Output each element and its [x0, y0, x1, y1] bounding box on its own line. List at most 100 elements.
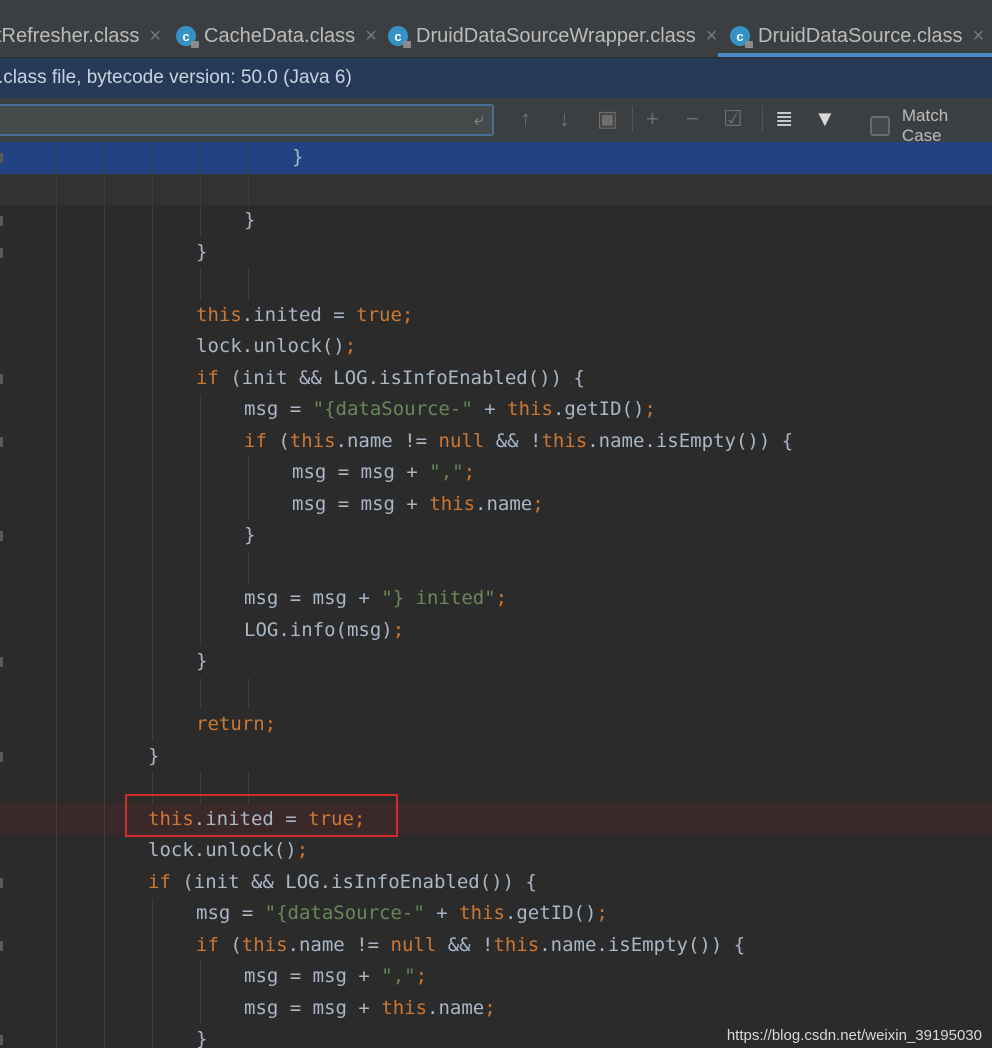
- down-arrow-icon[interactable]: ↓: [559, 107, 570, 131]
- string-token: ",": [429, 461, 464, 483]
- code-text: msg = msg + this.name;: [244, 993, 496, 1024]
- code-line[interactable]: msg = msg + this.name;: [0, 993, 992, 1025]
- code-line[interactable]: LOG.info(msg);: [0, 615, 992, 647]
- code-token: msg = msg +: [292, 492, 430, 515]
- code-token: }: [244, 209, 256, 231]
- checkbox-box[interactable]: [870, 116, 890, 136]
- fold-marker[interactable]: [0, 940, 3, 951]
- code-line[interactable]: }: [0, 205, 992, 237]
- fold-marker[interactable]: [0, 751, 3, 762]
- indent-guide: [200, 268, 201, 300]
- code-token: msg = msg +: [292, 461, 430, 483]
- indent-guide: [248, 551, 249, 583]
- code-line[interactable]: [0, 268, 992, 300]
- keyword-token: return;: [196, 713, 277, 735]
- code-line[interactable]: }: [0, 741, 992, 773]
- code-token: && !: [436, 933, 494, 956]
- fold-marker[interactable]: [0, 531, 3, 541]
- code-text: }: [292, 142, 303, 173]
- code-line[interactable]: msg = "{dataSource-" + this.getID();: [0, 394, 992, 426]
- code-text: lock.unlock();: [148, 835, 308, 866]
- code-line[interactable]: msg = msg + ",";: [0, 457, 992, 489]
- string-token: "{dataSource-": [264, 902, 425, 924]
- code-token: msg =: [244, 398, 313, 420]
- code-text: msg = "{dataSource-" + this.getID();: [196, 898, 608, 929]
- fold-marker[interactable]: [0, 373, 3, 384]
- remove-selection-icon[interactable]: −: [686, 107, 699, 131]
- indent-guide: [200, 142, 201, 237]
- code-token: lock.unlock(): [148, 839, 297, 861]
- code-line[interactable]: [0, 552, 992, 584]
- enter-icon[interactable]: ⤶: [474, 109, 484, 130]
- add-selection-icon[interactable]: +: [646, 107, 659, 131]
- code-line[interactable]: }: [0, 520, 992, 552]
- code-text: if (this.name != null && !this.name.isEm…: [244, 426, 793, 457]
- code-line[interactable]: msg = "{dataSource-" + this.getID();: [0, 898, 992, 930]
- up-arrow-icon[interactable]: ↑: [520, 107, 531, 131]
- close-icon[interactable]: ×: [149, 25, 161, 48]
- close-icon[interactable]: ×: [365, 25, 377, 48]
- close-icon[interactable]: ×: [706, 25, 718, 48]
- code-line[interactable]: }: [0, 237, 992, 269]
- code-line[interactable]: return;: [0, 709, 992, 741]
- fold-marker[interactable]: [0, 436, 3, 447]
- fold-marker[interactable]: [0, 1035, 3, 1045]
- fold-marker[interactable]: [0, 247, 3, 258]
- code-line[interactable]: [0, 678, 992, 710]
- code-line[interactable]: if (this.name != null && !this.name.isEm…: [0, 426, 992, 458]
- code-token: .name: [475, 492, 533, 515]
- code-token: .getID(): [552, 398, 645, 420]
- code-token: }: [196, 650, 208, 672]
- window-top-strip: [0, 0, 992, 15]
- lock-icon: [403, 41, 411, 48]
- search-field[interactable]: ⤶: [0, 104, 494, 136]
- code-line[interactable]: msg = msg + ",";: [0, 961, 992, 993]
- keyword-token: ;: [392, 618, 405, 641]
- keyword-token: this: [507, 398, 553, 420]
- string-token: "} inited": [381, 587, 496, 609]
- code-line[interactable]: lock.unlock();: [0, 835, 992, 867]
- code-line[interactable]: }: [0, 142, 992, 174]
- close-icon[interactable]: ×: [973, 25, 985, 48]
- match-case-checkbox[interactable]: Match Case: [870, 106, 992, 146]
- code-line[interactable]: this.inited = true;: [0, 300, 992, 332]
- fold-marker[interactable]: [0, 153, 3, 163]
- code-token: (init && LOG.isInfoEnabled()) {: [218, 366, 585, 389]
- fold-marker[interactable]: [0, 657, 3, 667]
- code-line[interactable]: lock.unlock();: [0, 331, 992, 363]
- tab-cachedata[interactable]: c CacheData.class ×: [176, 15, 377, 57]
- indent-guide: [248, 142, 249, 205]
- keyword-token: this: [241, 933, 288, 956]
- filter-lines-icon[interactable]: ≣: [775, 107, 793, 131]
- code-token: (: [218, 933, 242, 956]
- lock-icon: [745, 41, 753, 48]
- keyword-token: null: [438, 429, 485, 452]
- indent-guide: [152, 898, 153, 1048]
- code-token: .name: [427, 996, 485, 1019]
- search-input[interactable]: [2, 109, 456, 133]
- keyword-token: ;: [596, 902, 608, 924]
- code-token: +: [472, 398, 508, 420]
- code-line[interactable]: }: [0, 646, 992, 678]
- tab-druiddatasourcewrapper[interactable]: c DruidDataSourceWrapper.class ×: [388, 15, 717, 57]
- code-line[interactable]: if (this.name != null && !this.name.isEm…: [0, 930, 992, 962]
- code-line[interactable]: [0, 173, 992, 205]
- code-line[interactable]: msg = msg + this.name;: [0, 489, 992, 521]
- code-editor[interactable]: }}} this.inited = true; lock.unlock(); if (…: [0, 142, 992, 1048]
- watermark-text: https://blog.csdn.net/weixin_39195030: [726, 1027, 982, 1044]
- select-all-occurrences-icon[interactable]: ▣: [597, 107, 618, 131]
- code-token: }: [196, 1028, 208, 1048]
- fold-marker[interactable]: [0, 877, 3, 888]
- code-line[interactable]: msg = msg + "} inited";: [0, 583, 992, 615]
- indent-guide: [200, 394, 201, 646]
- code-line[interactable]: if (init && LOG.isInfoEnabled()) {: [0, 363, 992, 395]
- select-all-icon[interactable]: ☑: [723, 107, 743, 131]
- tab-refresher[interactable]: tRefresher.class ×: [0, 15, 161, 57]
- fold-marker[interactable]: [0, 216, 3, 226]
- code-line[interactable]: if (init && LOG.isInfoEnabled()) {: [0, 867, 992, 899]
- tab-label: CacheData.class: [204, 24, 356, 47]
- filter-icon[interactable]: ▼: [814, 107, 836, 131]
- keyword-token: if: [244, 429, 267, 452]
- highlight-box: [125, 794, 398, 837]
- tab-druiddatasource[interactable]: c DruidDataSource.class ×: [718, 15, 992, 57]
